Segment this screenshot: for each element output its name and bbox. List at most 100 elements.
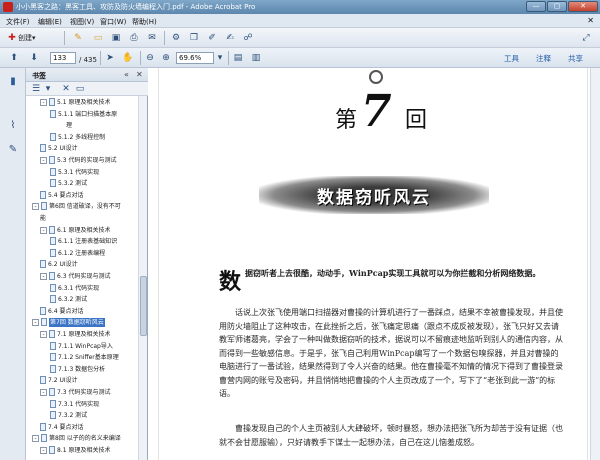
- save-button[interactable]: ▣: [110, 31, 122, 45]
- collapse-toggle-icon[interactable]: -: [32, 203, 39, 211]
- new-bookmark-icon[interactable]: ▭: [74, 83, 86, 95]
- edit-button[interactable]: ✐: [206, 31, 218, 45]
- close-button[interactable]: ✕: [568, 1, 598, 12]
- print-button[interactable]: ⎙: [128, 31, 140, 45]
- delete-bookmark-icon[interactable]: ✕: [60, 83, 72, 95]
- menu-help[interactable]: 帮助(H): [132, 17, 157, 27]
- bookmark-item[interactable]: 7.1.1 WinPcap导入: [50, 341, 113, 353]
- collapse-toggle-icon[interactable]: -: [40, 331, 47, 338]
- bookmark-item[interactable]: 理: [66, 121, 72, 132]
- bookmark-item[interactable]: - 第6回 信道破译，没有不可: [32, 202, 121, 213]
- bookmark-item[interactable]: - 6.1 原理及相关技术: [40, 225, 110, 237]
- menu-file[interactable]: 文件(F): [6, 17, 30, 27]
- bookmark-item[interactable]: - 6.3 代码实现与测试: [40, 272, 110, 283]
- menu-edit[interactable]: 编辑(E): [38, 17, 62, 27]
- collapse-toggle-icon[interactable]: -: [40, 447, 47, 454]
- bookmark-item[interactable]: 7.4 要点对话: [40, 422, 83, 434]
- bookmark-item[interactable]: 6.1.2 注册表编程: [50, 248, 105, 260]
- fit-width-button[interactable]: ▥: [250, 51, 262, 65]
- bookmarks-icon[interactable]: ▮: [7, 76, 19, 88]
- zoom-dropdown[interactable]: ▾: [214, 51, 226, 65]
- bookmark-options-icon[interactable]: ☰: [30, 83, 42, 95]
- maximize-button[interactable]: ▢: [547, 1, 567, 12]
- email-button[interactable]: ✉: [146, 31, 158, 45]
- pdf-page: 第 7 回 数据窃听风云 数 据窃听者上去很酷，动动手，WinPcap实现工具就…: [158, 68, 588, 460]
- hand-tool-button[interactable]: ✋: [122, 51, 134, 65]
- collapse-panel-icon[interactable]: «: [124, 70, 129, 79]
- signature-icon: ✍: [226, 33, 234, 43]
- bookmark-item[interactable]: - 第8回 以子的的名义来编译: [32, 434, 121, 445]
- bookmark-item[interactable]: 5.1.2 多线程控制: [50, 132, 105, 144]
- gear-icon: ⚙: [171, 33, 181, 43]
- close-panel-icon[interactable]: ✕: [136, 70, 143, 79]
- bookmark-item[interactable]: 7.2 UI设计: [40, 376, 78, 387]
- bookmark-item[interactable]: 6.1.1 注册表基础知识: [50, 237, 117, 248]
- bookmark-item[interactable]: - 7.1 原理及相关技术: [40, 330, 110, 341]
- document-close-icon[interactable]: ✕: [587, 16, 594, 25]
- scrollbar-thumb[interactable]: [140, 276, 147, 336]
- bookmark-page-icon: [49, 272, 55, 280]
- bookmark-item[interactable]: - 8.1 原理及相关技术: [40, 446, 110, 457]
- arrow-up-icon: ⬆: [10, 53, 18, 63]
- zoom-in-button[interactable]: ⊕: [160, 51, 172, 65]
- fit-page-button[interactable]: ▤: [232, 51, 244, 65]
- comment-link[interactable]: 注释: [536, 53, 551, 64]
- bookmark-item[interactable]: 7.3.1 代码实现: [50, 399, 99, 411]
- create-button[interactable]: ✚ 创建 ▾: [6, 31, 36, 45]
- collapse-toggle-icon[interactable]: -: [32, 319, 39, 327]
- bookmark-item[interactable]: 6.4 要点对话: [40, 306, 83, 318]
- bookmark-item[interactable]: - 第7回 数据窃听风云: [32, 318, 105, 329]
- bookmark-item[interactable]: 5.4 要点对话: [40, 190, 83, 202]
- collapse-toggle-icon[interactable]: -: [40, 157, 47, 164]
- bookmark-item[interactable]: 5.1.1 端口扫描基本原: [50, 109, 117, 121]
- chevron-down-icon[interactable]: ▾: [42, 83, 54, 95]
- sign-button[interactable]: ✍: [224, 31, 236, 45]
- minimize-button[interactable]: —: [526, 1, 546, 12]
- document-viewport[interactable]: 第 7 回 数据窃听风云 数 据窃听者上去很酷，动动手，WinPcap实现工具就…: [148, 68, 600, 460]
- menu-view[interactable]: 视图(V): [70, 17, 94, 27]
- attachment-icon[interactable]: ⌇: [7, 120, 19, 132]
- signatures-icon[interactable]: ✎: [7, 144, 19, 156]
- bookmark-item[interactable]: 7.3.2 测试: [50, 411, 87, 422]
- bookmark-item[interactable]: 7.1.3 数据包分析: [50, 364, 105, 376]
- settings-button[interactable]: ⚙: [170, 31, 182, 45]
- bookmark-item[interactable]: - 5.3 代码的实现与测试: [40, 156, 116, 167]
- select-tool-button[interactable]: ➤: [104, 51, 116, 65]
- chevron-down-icon: ▾: [32, 34, 36, 42]
- bookmarks-scrollbar[interactable]: [138, 96, 147, 460]
- bookmark-label: 6.1.1 注册表基础知识: [58, 238, 118, 246]
- bookmark-item[interactable]: 7.1.2 Sniffer基本原理: [50, 353, 119, 364]
- collapse-toggle-icon[interactable]: -: [40, 273, 47, 280]
- bookmark-item[interactable]: 5.3.2 测试: [50, 179, 87, 190]
- comment-button[interactable]: ❐: [188, 31, 200, 45]
- collapse-toggle-icon[interactable]: -: [40, 99, 47, 106]
- share-link[interactable]: 共享: [568, 53, 583, 64]
- zoom-out-button[interactable]: ⊖: [144, 51, 156, 65]
- prev-page-button[interactable]: ⬆: [8, 51, 20, 65]
- combine-button[interactable]: ✎: [72, 31, 84, 45]
- window-titlebar: 小小黑客之路：黑客工具、攻防及防火墙编程入门.pdf - Adobe Acrob…: [0, 0, 600, 14]
- tools-link[interactable]: 工具: [504, 53, 519, 64]
- bookmark-item[interactable]: 6.2 UI设计: [40, 260, 78, 271]
- zoom-level-input[interactable]: 69.6%: [176, 52, 214, 64]
- next-page-button[interactable]: ⬇: [28, 51, 40, 65]
- bookmark-item[interactable]: - 5.1 原理及相关技术: [40, 98, 110, 109]
- collapse-toggle-icon[interactable]: -: [32, 435, 39, 443]
- bookmark-item[interactable]: - 7.3 代码实现与测试: [40, 388, 110, 399]
- menu-window[interactable]: 窗口(W): [100, 17, 126, 27]
- open-button[interactable]: ▭: [92, 31, 104, 45]
- collapse-toggle-icon[interactable]: -: [40, 226, 47, 234]
- bookmark-item[interactable]: 5.2 UI设计: [40, 144, 78, 155]
- bookmark-item[interactable]: 5.3.1 代码实现: [50, 167, 99, 179]
- share-button[interactable]: ☍: [242, 31, 254, 45]
- bookmark-item[interactable]: 能: [40, 214, 46, 225]
- bookmark-item[interactable]: 6.3.1 代码实现: [50, 283, 99, 295]
- bookmark-label: 6.2 UI设计: [48, 261, 78, 269]
- document-scrollbar[interactable]: [590, 68, 600, 460]
- body-paragraph: 话说上次张飞使用端口扫描器对曹操的计算机进行了一番踩点，结果不幸被曹操发现，并且…: [219, 308, 563, 398]
- bookmark-item[interactable]: 6.3.2 测试: [50, 295, 87, 306]
- toolbar-divider: [228, 51, 229, 65]
- collapse-toggle-icon[interactable]: -: [40, 389, 47, 396]
- page-number-input[interactable]: 133: [50, 52, 76, 64]
- expand-button[interactable]: ⤢: [580, 31, 592, 45]
